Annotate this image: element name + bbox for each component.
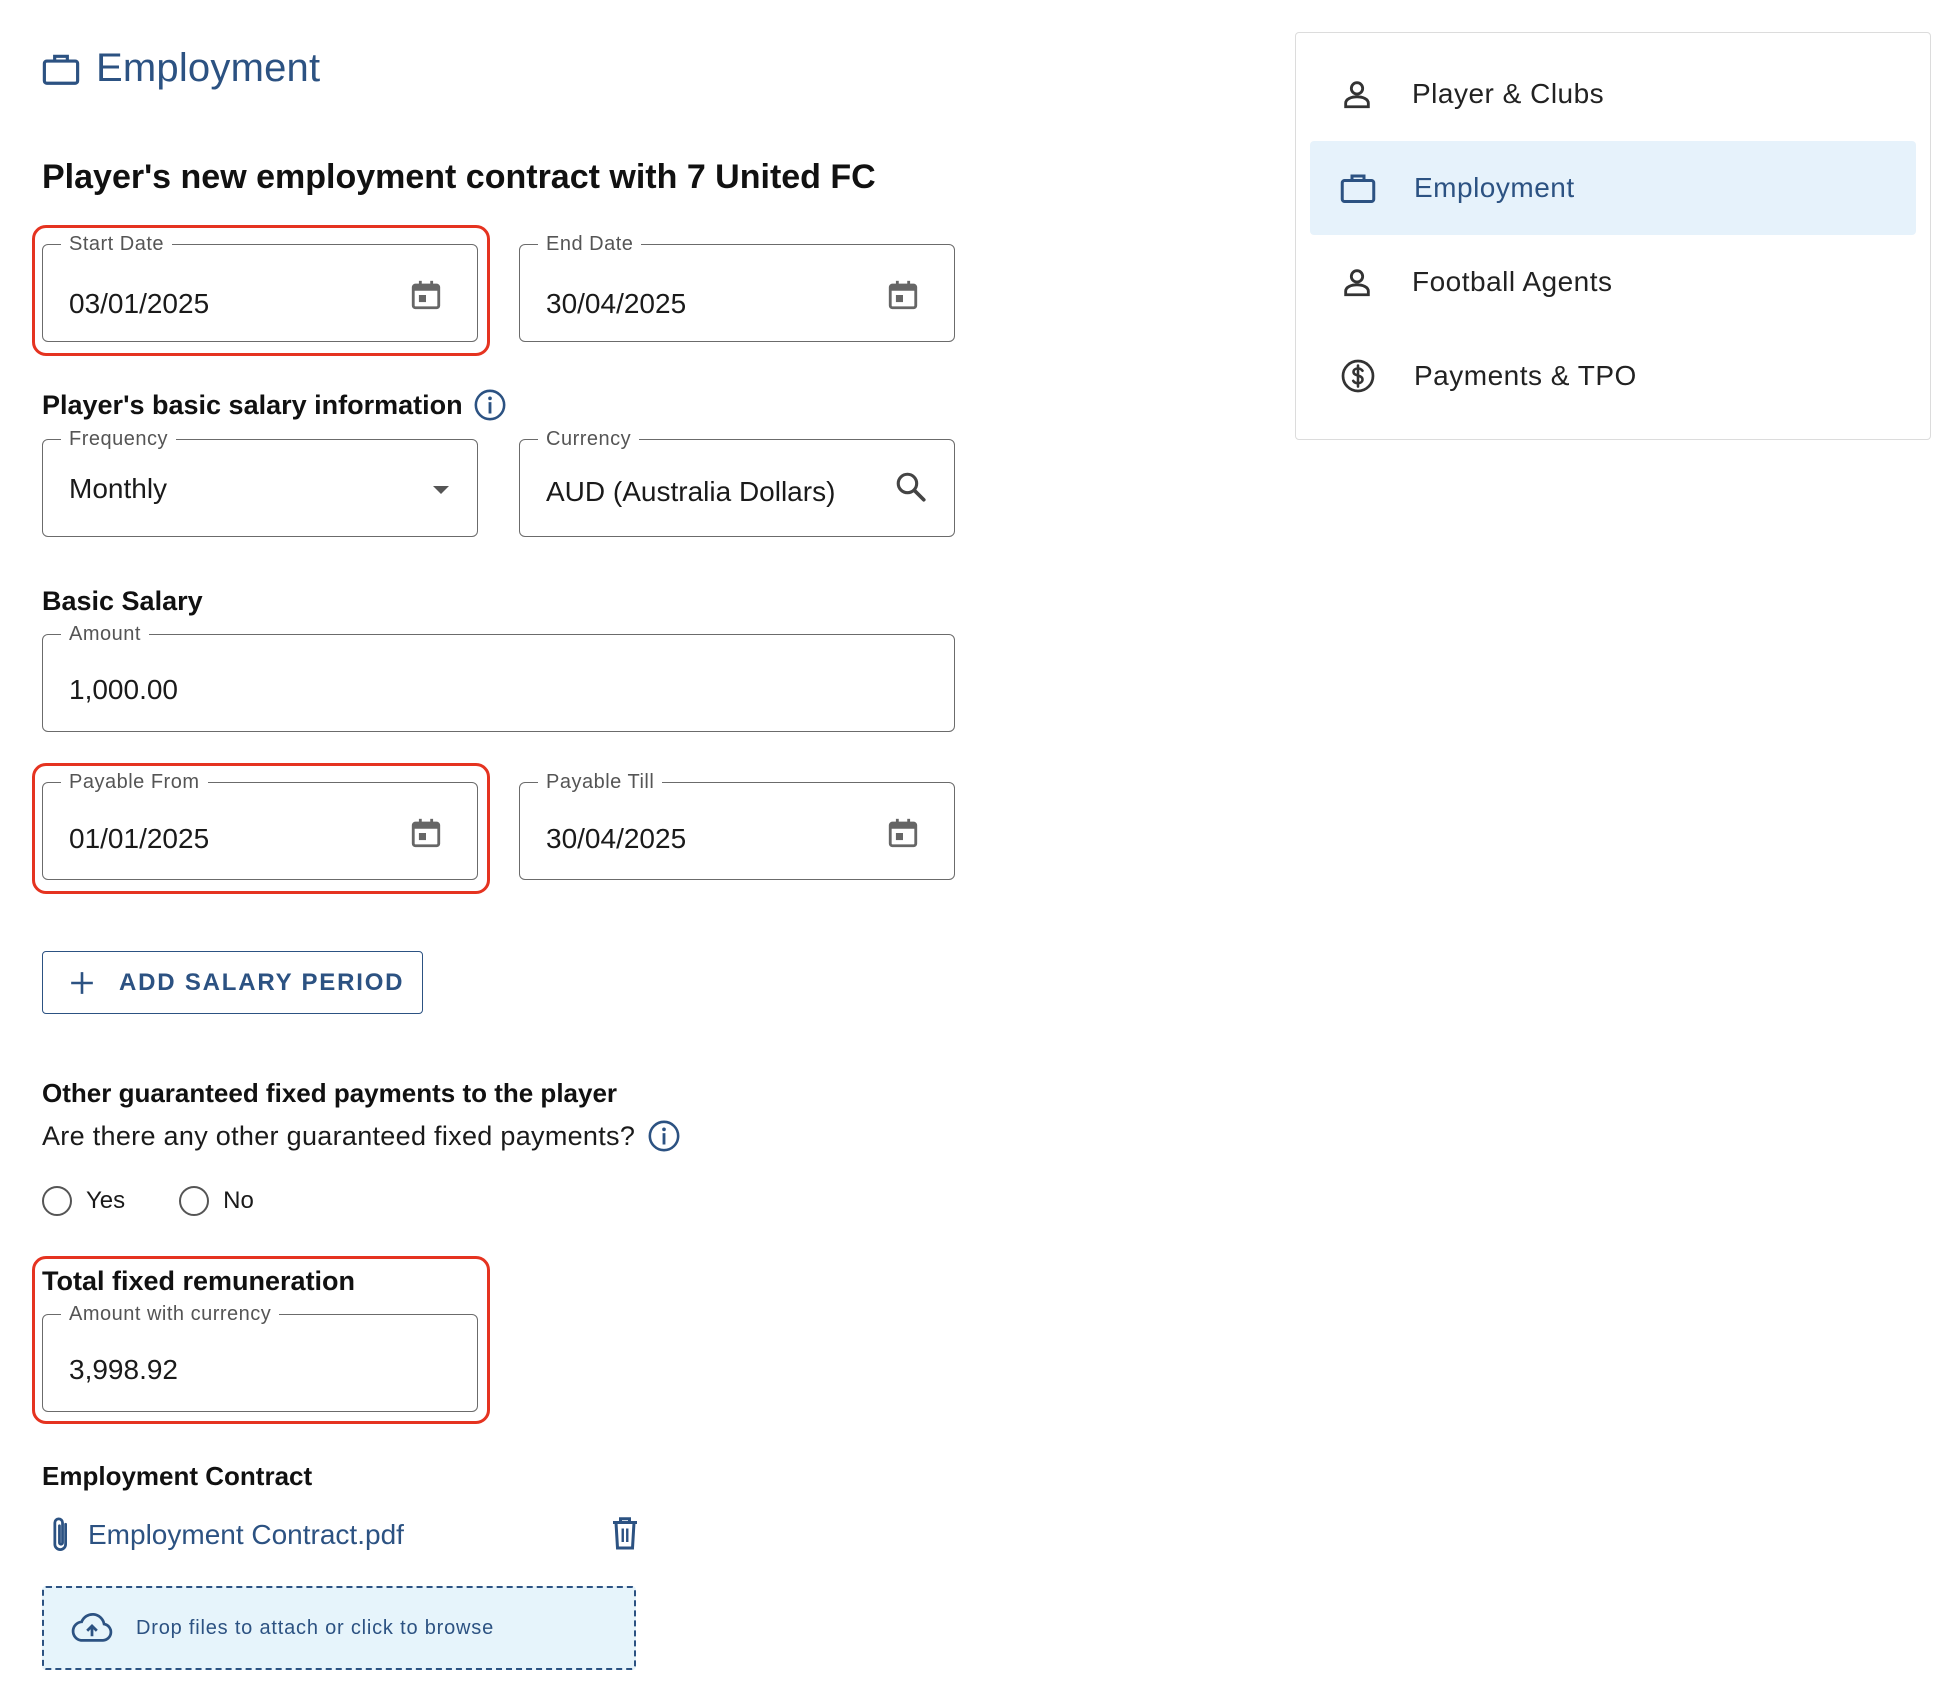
- radio-no-circle[interactable]: [179, 1186, 210, 1216]
- payable-till-value[interactable]: 30/04/2025: [546, 822, 686, 856]
- calendar-icon[interactable]: [886, 277, 920, 313]
- add-salary-period-button[interactable]: ADD SALARY PERIOD: [42, 951, 423, 1014]
- payable-from-label: Payable From: [61, 770, 208, 794]
- end-date-label: End Date: [538, 232, 642, 256]
- nav-item-label: Payments & TPO: [1414, 360, 1637, 391]
- person-icon: [1344, 81, 1370, 109]
- employment-contract-heading: Employment Contract: [42, 1461, 313, 1491]
- page-title: Employment: [42, 46, 320, 91]
- frequency-select[interactable]: Frequency Monthly: [42, 427, 478, 537]
- info-icon[interactable]: [473, 388, 507, 422]
- start-date-field[interactable]: Start Date 03/01/2025: [42, 232, 478, 342]
- other-payments-question-text: Are there any other guaranteed fixed pay…: [42, 1120, 636, 1151]
- nav-item-label: Employment: [1414, 172, 1575, 203]
- dollar-circle-icon: [1341, 359, 1375, 393]
- person-icon: [1344, 269, 1370, 297]
- total-remuneration-label: Amount with currency: [61, 1302, 280, 1326]
- start-date-label: Start Date: [61, 232, 173, 256]
- nav-item-employment[interactable]: Employment: [1310, 141, 1916, 235]
- paperclip-icon: [53, 1517, 67, 1551]
- info-icon[interactable]: [647, 1119, 681, 1153]
- salary-info-heading: Player's basic salary information: [42, 388, 507, 422]
- payable-till-label: Payable Till: [538, 770, 663, 794]
- section-nav: Player & Clubs Employment Football Agent…: [1295, 32, 1931, 440]
- nav-item-player-clubs[interactable]: Player & Clubs: [1310, 47, 1916, 141]
- currency-field[interactable]: Currency AUD (Australia Dollars): [519, 427, 955, 537]
- currency-label: Currency: [538, 427, 640, 451]
- briefcase-icon: [1340, 174, 1376, 203]
- frequency-label: Frequency: [61, 427, 176, 451]
- end-date-field[interactable]: End Date 30/04/2025: [519, 232, 955, 342]
- currency-value[interactable]: AUD (Australia Dollars): [546, 475, 835, 509]
- salary-info-heading-text: Player's basic salary information: [42, 389, 463, 420]
- plus-icon: [71, 971, 93, 994]
- payable-till-field[interactable]: Payable Till 30/04/2025: [519, 770, 955, 880]
- total-remuneration-heading: Total fixed remuneration: [42, 1266, 356, 1296]
- add-salary-period-label: ADD SALARY PERIOD: [119, 968, 405, 996]
- page-title-text: Employment: [96, 46, 321, 90]
- attached-file-row: Employment Contract.pdf: [48, 1515, 648, 1555]
- briefcase-icon: [42, 54, 80, 85]
- radio-no[interactable]: No: [179, 1186, 254, 1216]
- calendar-icon[interactable]: [886, 815, 920, 851]
- basic-salary-heading: Basic Salary: [42, 586, 203, 616]
- attached-file-link[interactable]: Employment Contract.pdf: [88, 1519, 404, 1551]
- amount-value[interactable]: 1,000.00: [69, 673, 178, 707]
- radio-yes-circle[interactable]: [42, 1186, 72, 1216]
- calendar-icon[interactable]: [409, 815, 443, 851]
- payable-from-value[interactable]: 01/01/2025: [69, 822, 209, 856]
- search-icon[interactable]: [894, 470, 928, 504]
- other-payments-radio-group: Yes No: [42, 1186, 254, 1216]
- total-remuneration-field[interactable]: Amount with currency 3,998.92: [42, 1302, 478, 1412]
- frequency-value[interactable]: Monthly: [69, 472, 167, 506]
- nav-item-label: Player & Clubs: [1412, 78, 1605, 109]
- chevron-down-icon[interactable]: [431, 484, 451, 496]
- radio-no-label: No: [223, 1187, 254, 1214]
- nav-item-football-agents[interactable]: Football Agents: [1310, 235, 1916, 329]
- calendar-icon[interactable]: [409, 277, 443, 313]
- radio-yes-label: Yes: [86, 1187, 126, 1214]
- amount-field[interactable]: Amount 1,000.00: [42, 622, 955, 732]
- payable-from-field[interactable]: Payable From 01/01/2025: [42, 770, 478, 880]
- start-date-value[interactable]: 03/01/2025: [69, 287, 209, 321]
- dropzone-text: Drop files to attach or click to browse: [136, 1616, 494, 1639]
- nav-item-label: Football Agents: [1412, 266, 1613, 297]
- other-payments-heading: Other guaranteed fixed payments to the p…: [42, 1078, 618, 1108]
- amount-label: Amount: [61, 622, 149, 646]
- cloud-upload-icon: [71, 1612, 113, 1642]
- other-payments-question: Are there any other guaranteed fixed pay…: [42, 1119, 681, 1153]
- radio-yes[interactable]: Yes: [42, 1186, 125, 1216]
- nav-item-payments-tpo[interactable]: Payments & TPO: [1310, 329, 1916, 423]
- trash-icon[interactable]: [610, 1515, 640, 1551]
- total-remuneration-value: 3,998.92: [69, 1354, 178, 1385]
- file-dropzone[interactable]: Drop files to attach or click to browse: [42, 1586, 636, 1670]
- contract-heading: Player's new employment contract with 7 …: [42, 158, 876, 196]
- end-date-value[interactable]: 30/04/2025: [546, 287, 686, 321]
